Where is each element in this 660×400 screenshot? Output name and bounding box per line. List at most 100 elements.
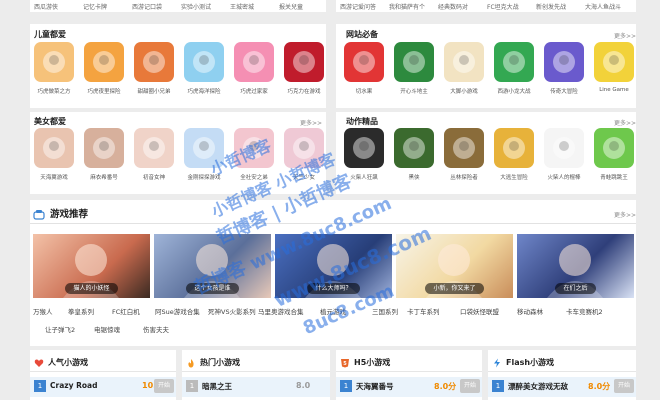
beauty-game-label[interactable]: 天海翼游戏 (28, 173, 80, 181)
list-row[interactable]: 1 天海翼番号 8.0分 开始 (336, 377, 482, 397)
classic-game-tile[interactable] (494, 42, 534, 82)
beauty-more-link[interactable]: 更多>> (300, 118, 322, 127)
top-game-label[interactable]: 大海人鱼战斗 (585, 0, 633, 12)
game-tag-link[interactable]: FC红白机 (112, 306, 140, 316)
recommend-banner[interactable]: 猫人的小妖怪 (33, 234, 150, 298)
classic-game-tile[interactable] (344, 42, 384, 82)
list-divider (488, 371, 636, 372)
action-game-tile[interactable] (544, 128, 584, 168)
list-divider (182, 371, 330, 372)
game-name[interactable]: 天海翼番号 (356, 381, 394, 392)
heart-icon (34, 358, 44, 368)
recommend-more-link[interactable]: 更多>> (614, 210, 636, 219)
beauty-game-tile[interactable] (34, 128, 74, 168)
kids-game-tile[interactable] (184, 42, 224, 82)
top-game-label[interactable]: 新创发先战 (536, 0, 584, 12)
action-game-tile[interactable] (344, 128, 384, 168)
kids-game-label[interactable]: 巧虎做菜之方 (28, 87, 80, 95)
list-row[interactable]: 1 Crazy Road 10.0 开始 (30, 377, 176, 397)
top-game-label[interactable]: 西瓜游侠 (34, 0, 82, 12)
game-name[interactable]: 暗黑之王 (202, 381, 232, 392)
list-divider (30, 371, 176, 372)
kids-game-label[interactable]: 巧虎过家家 (228, 87, 280, 95)
top-game-label[interactable]: 经典数码对 (438, 0, 486, 12)
top-game-label[interactable]: FC坦克大战 (487, 0, 535, 12)
kids-game-tile[interactable] (284, 42, 324, 82)
top-game-label[interactable]: 报关兒童 (279, 0, 327, 12)
action-game-label[interactable]: 大逃生冒险 (488, 173, 540, 181)
recommend-banner[interactable]: 在们之后 (517, 234, 634, 298)
list-heading: 5 H5小游戏 (340, 357, 390, 368)
game-name[interactable]: 漂醉美女游戏无敌 (508, 381, 568, 392)
top-game-label[interactable]: 实验小测试 (181, 0, 229, 12)
start-button[interactable]: 开始 (154, 379, 174, 393)
action-game-label[interactable]: 丛林探险者 (438, 173, 490, 181)
kids-title: 儿童都爱 (34, 30, 66, 39)
beauty-game-tile[interactable] (134, 128, 174, 168)
action-game-tile[interactable] (594, 128, 634, 168)
beauty-game-label[interactable]: 麻衣希番号 (78, 173, 130, 181)
list-title: 热门小游戏 (200, 358, 240, 367)
list-title: Flash小游戏 (506, 358, 555, 367)
rank-badge: 1 (492, 380, 504, 392)
kids-game-label[interactable]: 巧虎夜里探险 (78, 87, 130, 95)
kids-game-tile[interactable] (134, 42, 174, 82)
top-game-label[interactable]: 西游记口袋 (132, 0, 180, 12)
action-game-label[interactable]: 青蛙跳跳王 (588, 173, 640, 181)
kids-game-label[interactable]: 巧克力在游戏 (278, 87, 330, 95)
top-game-label[interactable]: 王城密城 (230, 0, 278, 12)
classic-game-tile[interactable] (544, 42, 584, 82)
classic-game-label[interactable]: 西游小龙大战 (488, 87, 540, 95)
classic-game-tile[interactable] (594, 42, 634, 82)
gamepad-icon (33, 206, 45, 220)
kids-game-tile[interactable] (84, 42, 124, 82)
game-tag-link[interactable]: 电锯惊魂 (94, 324, 120, 334)
game-tag-link[interactable]: 卡丁车系列 (407, 306, 440, 316)
list-heading: 热门小游戏 (186, 357, 240, 368)
action-game-label[interactable]: 火柴人的棍棒 (538, 173, 590, 181)
action-game-tile[interactable] (444, 128, 484, 168)
list-row[interactable]: 1 暗黑之王 8.0 (182, 377, 330, 397)
classic-game-label[interactable]: Line Game (588, 87, 640, 93)
top-game-label[interactable]: 记忆卡牌 (83, 0, 131, 12)
game-tag-link[interactable]: 口袋妖怪联盟 (460, 306, 499, 316)
banner-caption: 小新，你又来了 (396, 275, 513, 294)
game-tag-link[interactable]: 移动森林 (517, 306, 543, 316)
classic-game-label[interactable]: 切水果 (338, 87, 390, 95)
top-game-label[interactable]: 我和猫萨有个 (389, 0, 437, 12)
list-row[interactable]: 1 漂醉美女游戏无敌 8.0分 开始 (488, 377, 636, 397)
game-tag-link[interactable]: 阿Sue游戏合集 (155, 306, 200, 316)
list-heading: 人气小游戏 (34, 357, 88, 368)
kids-game-label[interactable]: 甜甜圈小兄弟 (128, 87, 180, 95)
classic-game-tile[interactable] (394, 42, 434, 82)
top-game-label[interactable]: 西游记爱问答 (340, 0, 388, 12)
beauty-game-tile[interactable] (84, 128, 124, 168)
classic-game-label[interactable]: 开心斗地主 (388, 87, 440, 95)
action-game-tile[interactable] (494, 128, 534, 168)
html5-icon: 5 (340, 358, 350, 368)
action-more-link[interactable]: 更多>> (614, 118, 636, 127)
start-button[interactable]: 开始 (614, 379, 634, 393)
kids-game-tile[interactable] (34, 42, 74, 82)
game-score: 8.0 (296, 381, 311, 390)
kids-game-tile[interactable] (234, 42, 274, 82)
classic-game-label[interactable]: 大脚小游戏 (438, 87, 490, 95)
kids-game-label[interactable]: 巧虎海洋探险 (178, 87, 230, 95)
game-tag-link[interactable]: 死神VS火影系列 (208, 306, 256, 316)
game-name[interactable]: Crazy Road (50, 381, 98, 390)
game-tag-link[interactable]: 让子弹飞2 (45, 324, 75, 334)
classic-game-tile[interactable] (444, 42, 484, 82)
list-divider (336, 371, 482, 372)
action-game-tile[interactable] (394, 128, 434, 168)
game-tag-link[interactable]: 卡车竞赛机2 (566, 306, 603, 316)
classic-game-label[interactable]: 传奇大冒险 (538, 87, 590, 95)
beauty-game-label[interactable]: 初音女神 (128, 173, 180, 181)
classic-more-link[interactable]: 更多>> (614, 31, 636, 40)
game-tag-link[interactable]: 万猴人 (33, 306, 53, 316)
action-game-label[interactable]: 黑侠 (388, 173, 440, 181)
game-tag-link[interactable]: 拳皇系列 (68, 306, 94, 316)
banner-caption-text: 在们之后 (555, 283, 596, 294)
kids-panel (30, 24, 326, 108)
game-tag-link[interactable]: 伤害夫夫 (143, 324, 169, 334)
start-button[interactable]: 开始 (460, 379, 480, 393)
